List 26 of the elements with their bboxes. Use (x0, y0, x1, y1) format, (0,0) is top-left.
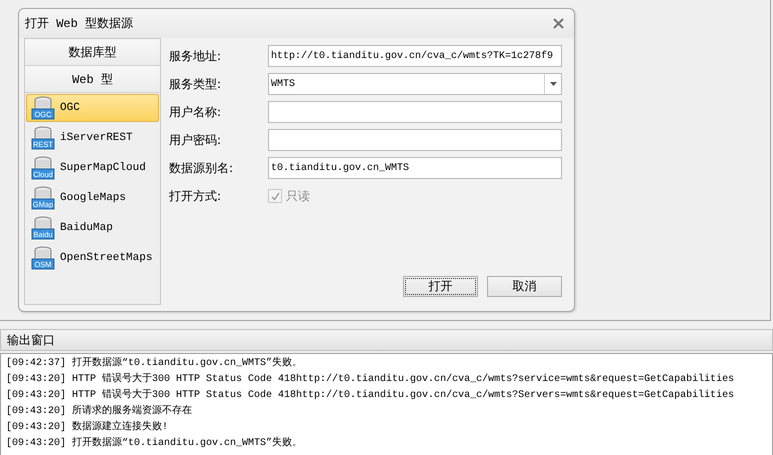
dialog-button[interactable]: 打开 (403, 276, 478, 297)
checkbox-label: 只读 (286, 188, 310, 204)
log-line: [09:42:37] 打开数据源“t0.tianditu.gov.cn_WMTS”失败。 (6, 356, 304, 371)
input-field[interactable] (268, 129, 562, 151)
log-line: [09:43:20] 所请求的服务端资源不存在 (6, 404, 194, 419)
field-label: 用户名称: (169, 104, 222, 120)
log-line: [09:43:20] HTTP 错误号大于300 HTTP Status Code 418http://t0.tianditu.gov.cn/cva_c/wmts?service=wmts&request=GetCapabilities (6, 372, 736, 387)
dropdown-field[interactable]: WMTS (268, 73, 562, 95)
input-field[interactable]: http://t0.tianditu.gov.cn/cva_c/wmts?TK=1c278f9 (268, 45, 562, 67)
caret-icon (550, 82, 556, 86)
dialog-button[interactable]: 取消 (487, 276, 562, 297)
field-label: 服务地址: (169, 48, 222, 64)
log-line: [09:43:20] HTTP 错误号大于300 HTTP Status Code 418http://t0.tianditu.gov.cn/cva_c/wmts?Servers=wmts&request=GetCapabilities (6, 388, 736, 403)
field-label: 打开方式: (169, 188, 222, 204)
category-header[interactable]: 数据库型 (25, 39, 160, 66)
window-title: 打开 Web 型数据源 (25, 16, 134, 32)
panel-title: 输出窗口 (7, 332, 55, 348)
field-label: 数据源别名: (169, 160, 234, 176)
field-label: 用户密码: (169, 132, 222, 148)
close-icon[interactable] (553, 18, 564, 29)
input-field[interactable] (268, 101, 562, 123)
log-line: [09:43:20] 数据源建立连接失败! (6, 420, 170, 435)
input-field[interactable]: t0.tianditu.gov.cn_WMTS (268, 157, 562, 179)
field-label: 服务类型: (169, 76, 222, 92)
log-line: [09:43:20] 打开数据源“t0.tianditu.gov.cn_WMTS”失败。 (6, 436, 304, 451)
category-header[interactable]: Web 型 (25, 66, 160, 93)
